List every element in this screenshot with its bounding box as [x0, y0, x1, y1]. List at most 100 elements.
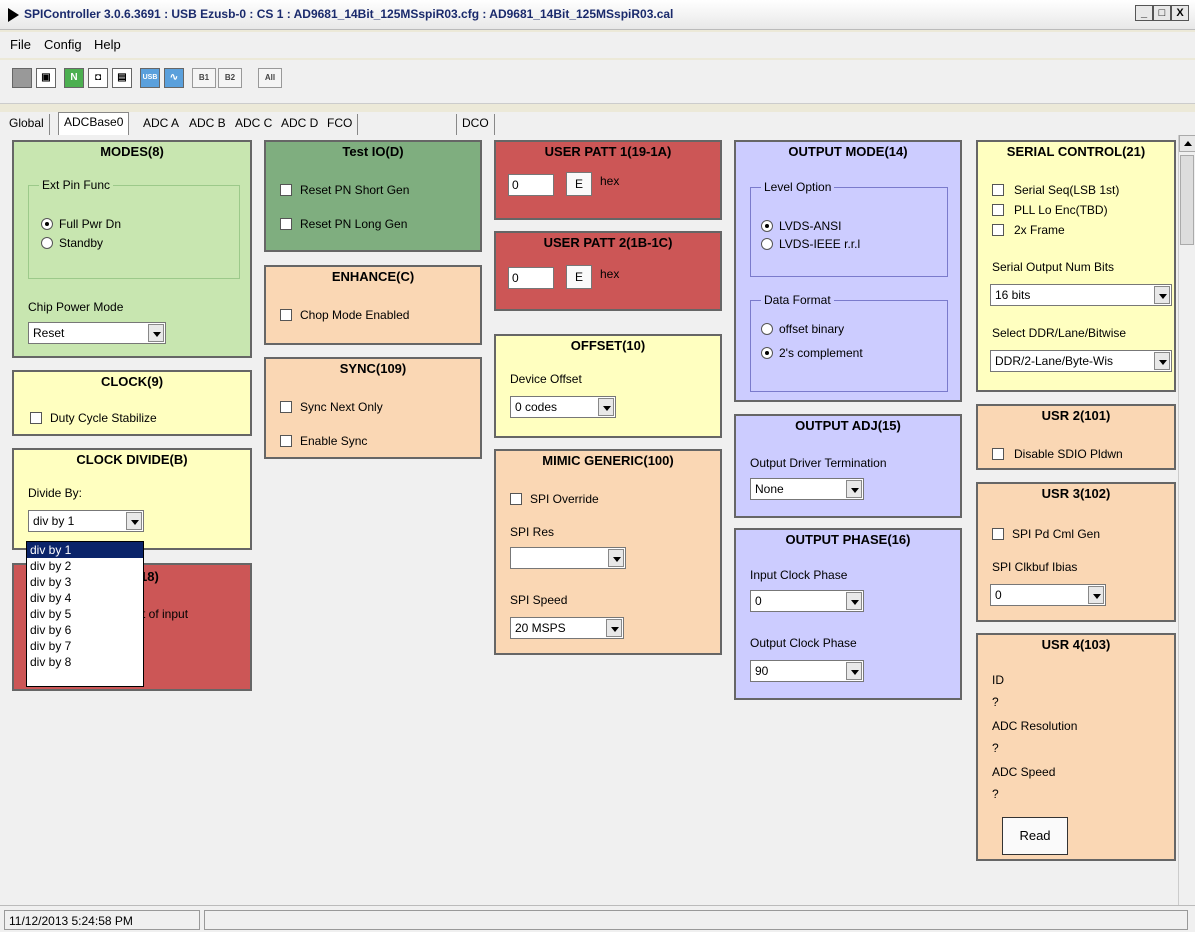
- adc-icon[interactable]: ▣: [36, 68, 56, 88]
- output-driver-label: Output Driver Termination: [750, 456, 887, 470]
- maximize-button[interactable]: □: [1153, 5, 1171, 21]
- serial-output-bits-select[interactable]: 16 bits: [990, 284, 1172, 306]
- enable-sync-checkbox[interactable]: [280, 435, 292, 447]
- disable-sdio-checkbox[interactable]: [992, 448, 1004, 460]
- chop-mode-checkbox[interactable]: [280, 309, 292, 321]
- usr4-panel: USR 4(103) ID ? ADC Resolution ? ADC Spe…: [976, 633, 1176, 861]
- all-button[interactable]: All: [258, 68, 282, 88]
- output-clock-phase-select[interactable]: 90: [750, 660, 864, 682]
- user-patt2-e-button[interactable]: E: [566, 265, 592, 289]
- tab-fco[interactable]: FCO: [322, 114, 359, 136]
- scroll-thumb[interactable]: [1180, 155, 1194, 245]
- lvds-ansi-radio[interactable]: [761, 220, 773, 232]
- tab-adc-a[interactable]: ADC A: [138, 114, 186, 136]
- user-patt1-unit: hex: [600, 174, 620, 188]
- pll-lo-enc-checkbox[interactable]: [992, 204, 1004, 216]
- tab-adc-c[interactable]: ADC C: [230, 114, 279, 136]
- serial-seq-checkbox[interactable]: [992, 184, 1004, 196]
- usb-button[interactable]: USB: [140, 68, 160, 88]
- spi-override-checkbox[interactable]: [510, 493, 522, 505]
- modes-title: MODES(8): [100, 144, 164, 159]
- close-button[interactable]: X: [1171, 5, 1189, 21]
- dropdown-option[interactable]: div by 5: [27, 606, 143, 622]
- output-mode-title: OUTPUT MODE(14): [788, 144, 908, 159]
- b1-button[interactable]: B1: [192, 68, 216, 88]
- dropdown-option[interactable]: div by 7: [27, 638, 143, 654]
- dropdown-option[interactable]: div by 8: [27, 654, 143, 670]
- full-pwr-dn-label: Full Pwr Dn: [59, 217, 122, 231]
- select-ddr-select[interactable]: DDR/2-Lane/Byte-Wis: [990, 350, 1172, 372]
- dropdown-option[interactable]: div by 4: [27, 590, 143, 606]
- chip-power-mode-select[interactable]: Reset: [28, 322, 166, 344]
- clock-divide-panel: CLOCK DIVIDE(B) Divide By: div by 1: [12, 448, 252, 550]
- user-patt2-title: USER PATT 2(1B-1C): [543, 235, 673, 250]
- spi-res-select[interactable]: [510, 547, 626, 569]
- dropdown-option[interactable]: div by 1: [27, 542, 143, 558]
- 2x-frame-checkbox[interactable]: [992, 224, 1004, 236]
- device-offset-select[interactable]: 0 codes: [510, 396, 616, 418]
- user-patt2-panel: USER PATT 2(1B-1C) 0 E hex: [494, 231, 722, 311]
- user-patt1-panel: USER PATT 1(19-1A) 0 E hex: [494, 140, 722, 220]
- chevron-down-icon: [1154, 286, 1170, 304]
- twos-complement-radio[interactable]: [761, 347, 773, 359]
- offset-binary-label: offset binary: [779, 322, 845, 336]
- spi-speed-value: 20 MSPS: [515, 621, 566, 635]
- adc-speed-label: ADC Speed: [992, 765, 1056, 779]
- tab-adcbase0[interactable]: ADCBase0: [58, 112, 130, 136]
- menu-file[interactable]: File: [10, 37, 31, 52]
- sync-next-only-checkbox[interactable]: [280, 401, 292, 413]
- spi-override-label: SPI Override: [530, 492, 599, 506]
- clock-title: CLOCK(9): [100, 374, 164, 389]
- window-title: SPIController 3.0.6.3691 : USB Ezusb-0 :…: [24, 7, 674, 21]
- data-format-label: Data Format: [761, 293, 834, 307]
- enhance-title: ENHANCE(C): [331, 269, 415, 284]
- title-bar: SPIController 3.0.6.3691 : USB Ezusb-0 :…: [0, 0, 1195, 30]
- n-button[interactable]: N: [64, 68, 84, 88]
- tab-adc-d[interactable]: ADC D: [276, 114, 325, 136]
- spi-speed-select[interactable]: 20 MSPS: [510, 617, 624, 639]
- tab-global[interactable]: Global: [4, 114, 50, 136]
- spi-clkbuf-select[interactable]: 0: [990, 584, 1106, 606]
- input-clock-phase-select[interactable]: 0: [750, 590, 864, 612]
- input-clock-phase-label: Input Clock Phase: [750, 568, 848, 582]
- usr3-title: USR 3(102): [1041, 486, 1111, 501]
- enable-sync-label: Enable Sync: [300, 434, 368, 448]
- dropdown-option[interactable]: div by 6: [27, 622, 143, 638]
- device-offset-label: Device Offset: [510, 372, 582, 386]
- menu-config[interactable]: Config: [44, 37, 82, 52]
- read-button[interactable]: Read: [1002, 817, 1068, 855]
- standby-radio[interactable]: [41, 237, 53, 249]
- vertical-scrollbar[interactable]: [1178, 135, 1195, 905]
- offset-binary-radio[interactable]: [761, 323, 773, 335]
- user-patt1-e-button[interactable]: E: [566, 172, 592, 196]
- reset-pn-long-checkbox[interactable]: [280, 218, 292, 230]
- full-pwr-dn-radio[interactable]: [41, 218, 53, 230]
- chevron-down-icon: [126, 512, 142, 530]
- spi-clkbuf-label: SPI Clkbuf Ibias: [992, 560, 1078, 574]
- stop-icon[interactable]: [12, 68, 32, 88]
- divide-by-select[interactable]: div by 1: [28, 510, 144, 532]
- lvds-ieee-radio[interactable]: [761, 238, 773, 250]
- serial-control-panel: SERIAL CONTROL(21) Serial Seq(LSB 1st) P…: [976, 140, 1176, 392]
- duty-cycle-checkbox[interactable]: [30, 412, 42, 424]
- document-icon[interactable]: ▤: [112, 68, 132, 88]
- dropdown-option[interactable]: div by 2: [27, 558, 143, 574]
- menu-help[interactable]: Help: [94, 37, 121, 52]
- tab-adc-b[interactable]: ADC B: [184, 114, 232, 136]
- user-patt1-input[interactable]: 0: [508, 174, 554, 196]
- minimize-button[interactable]: _: [1135, 5, 1153, 21]
- output-driver-select[interactable]: None: [750, 478, 864, 500]
- dropdown-option[interactable]: div by 3: [27, 574, 143, 590]
- b2-button[interactable]: B2: [218, 68, 242, 88]
- wave-icon[interactable]: ∿: [164, 68, 184, 88]
- tab-spacer: [366, 114, 458, 136]
- spi-clkbuf-value: 0: [995, 588, 1002, 602]
- output-clock-phase-value: 90: [755, 664, 769, 678]
- tab-dco[interactable]: DCO: [456, 114, 495, 136]
- menu-bar: File Config Help: [0, 32, 1195, 58]
- reset-pn-short-checkbox[interactable]: [280, 184, 292, 196]
- scroll-up-icon[interactable]: [1179, 135, 1195, 152]
- chip-icon[interactable]: ◘: [88, 68, 108, 88]
- spi-pd-cml-checkbox[interactable]: [992, 528, 1004, 540]
- user-patt2-input[interactable]: 0: [508, 267, 554, 289]
